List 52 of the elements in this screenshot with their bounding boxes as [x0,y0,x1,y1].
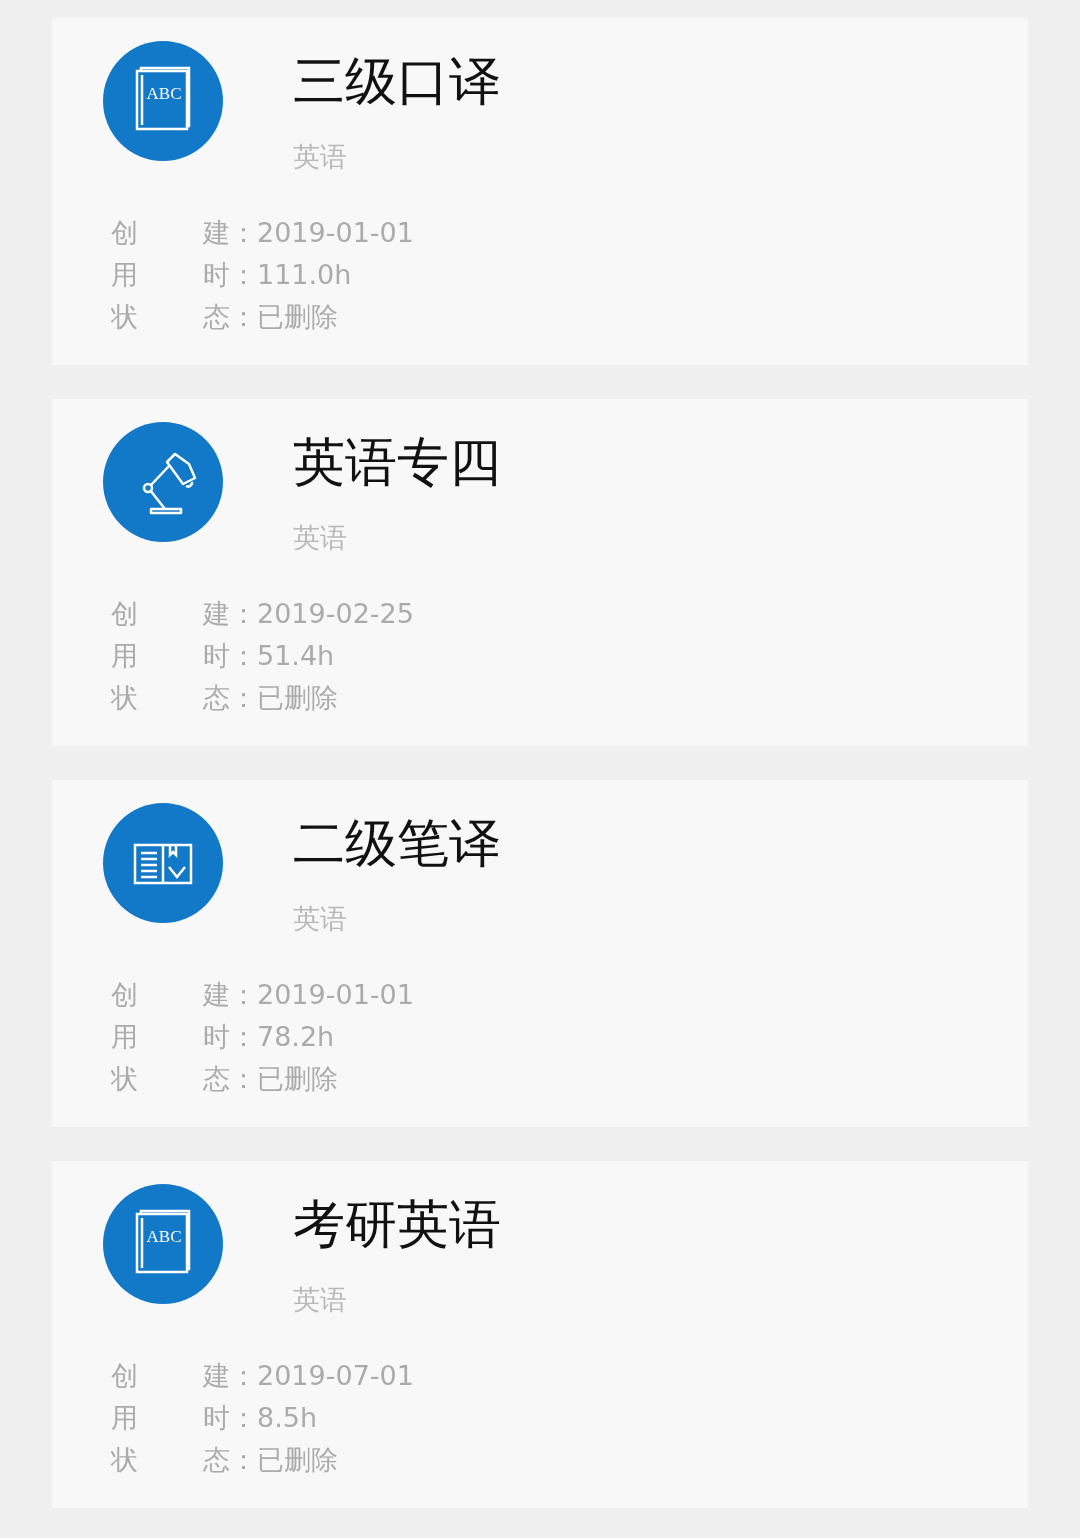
course-icon [103,803,223,923]
detail-value: 已删除 [257,681,338,715]
detail-label: 态： [203,1443,257,1477]
detail-value: 已删除 [257,300,338,334]
detail-label: 建： [203,1359,257,1393]
detail-label: 创 [111,978,139,1012]
detail-label: 状 [111,300,139,334]
detail-label: 时： [203,1401,257,1435]
course-card[interactable]: ABC 三级口译 英语 创 建：2019-01-01 用 时：111.0h 状 态：已删除 [52,18,1028,365]
detail-label: 建： [203,216,257,250]
detail-label: 状 [111,681,139,715]
course-icon: ABC [103,41,223,161]
course-title: 英语专四 [293,431,501,494]
detail-label: 创 [111,216,139,250]
detail-label: 建： [203,597,257,631]
course-title: 三级口译 [293,50,501,113]
detail-label: 时： [203,1020,257,1054]
course-title: 二级笔译 [293,812,501,875]
course-title: 考研英语 [293,1193,501,1256]
detail-value: 已删除 [257,1062,338,1096]
course-icon: ABC [103,1184,223,1304]
detail-label: 用 [111,1401,139,1435]
detail-value: 78.2h [257,1020,335,1054]
course-card[interactable]: 英语专四 英语 创 建：2019-02-25 用 时：51.4h 状 态：已删除 [52,399,1028,746]
course-card[interactable]: 二级笔译 英语 创 建：2019-01-01 用 时：78.2h 状 态：已删除 [52,780,1028,1127]
detail-value: 2019-01-01 [257,216,414,250]
course-subject: 英语 [293,521,348,555]
detail-value: 已删除 [257,1443,338,1477]
detail-label: 态： [203,681,257,715]
detail-label: 状 [111,1443,139,1477]
detail-label: 建： [203,978,257,1012]
detail-value: 111.0h [257,258,352,292]
detail-value: 2019-02-25 [257,597,414,631]
detail-value: 8.5h [257,1401,318,1435]
detail-label: 用 [111,258,139,292]
detail-label: 创 [111,1359,139,1393]
detail-label: 状 [111,1062,139,1096]
detail-label: 态： [203,1062,257,1096]
detail-label: 用 [111,639,139,673]
course-card[interactable]: ABC 考研英语 英语 创 建：2019-07-01 用 时：8.5h 状 态：已删除 [52,1161,1028,1508]
course-subject: 英语 [293,902,348,936]
detail-label: 创 [111,597,139,631]
detail-value: 51.4h [257,639,335,673]
detail-label: 时： [203,639,257,673]
detail-value: 2019-01-01 [257,978,414,1012]
detail-value: 2019-07-01 [257,1359,414,1393]
detail-label: 时： [203,258,257,292]
course-subject: 英语 [293,1283,348,1317]
detail-label: 用 [111,1020,139,1054]
course-icon [103,422,223,542]
course-subject: 英语 [293,140,348,174]
detail-label: 态： [203,300,257,334]
